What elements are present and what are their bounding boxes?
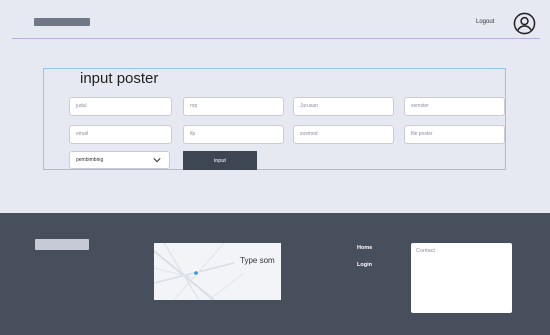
- map-pin-icon: [194, 271, 198, 275]
- footer-logo-placeholder: [35, 239, 89, 250]
- header-divider: [12, 38, 540, 39]
- form-title: input poster: [80, 70, 159, 87]
- input-poster-form: input poster judul nrp Jurusan semster e…: [43, 68, 506, 170]
- user-circle-icon[interactable]: [513, 12, 536, 35]
- file-poster-input[interactable]: file poster: [404, 125, 505, 144]
- chevron-down-icon: [153, 158, 161, 163]
- judul-input[interactable]: judul: [69, 97, 172, 116]
- pembimbing-select-value: pembimbing: [76, 157, 104, 163]
- contact-textarea[interactable]: Contact: [411, 243, 512, 313]
- map-embed[interactable]: Type som: [154, 243, 281, 300]
- nrp-input[interactable]: nrp: [183, 97, 284, 116]
- logo-placeholder[interactable]: [34, 18, 90, 26]
- header: Logout: [0, 0, 550, 40]
- jurusan-input[interactable]: Jurusan: [293, 97, 394, 116]
- footer: Type som Home Login Contact: [0, 213, 550, 335]
- input-submit-button[interactable]: input: [183, 151, 257, 170]
- pembimbing-select[interactable]: pembimbing: [69, 151, 170, 169]
- footer-link-home[interactable]: Home: [357, 245, 372, 251]
- map-streets: [154, 243, 245, 300]
- email-input[interactable]: email: [69, 125, 172, 144]
- semster-input[interactable]: semster: [404, 97, 505, 116]
- tlp-input[interactable]: tlp: [183, 125, 284, 144]
- sosmed-input[interactable]: sosmed: [293, 125, 394, 144]
- map-search-text: Type som: [240, 256, 275, 265]
- footer-link-login[interactable]: Login: [357, 262, 372, 268]
- logout-link[interactable]: Logout: [476, 19, 494, 25]
